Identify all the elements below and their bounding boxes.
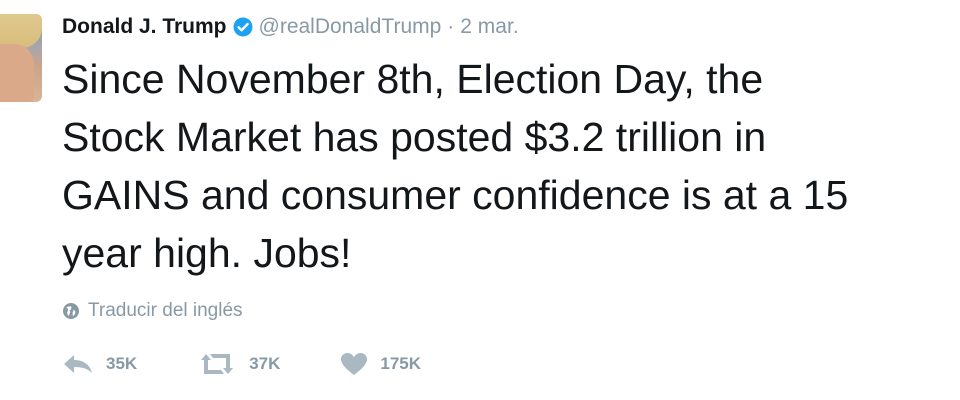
verified-badge-icon <box>233 17 253 37</box>
reply-icon <box>64 355 92 373</box>
tweet: Donald J. Trump @realDonaldTrump · 2 mar… <box>0 0 960 400</box>
globe-icon <box>63 303 79 319</box>
translate-label: Traducir del inglés <box>88 300 243 321</box>
reply-button[interactable]: 35K <box>62 353 137 375</box>
heart-icon <box>341 353 368 375</box>
retweet-count: 37K <box>249 354 281 373</box>
retweet-icon <box>201 354 234 374</box>
tweet-text: Since November 8th, Election Day, the St… <box>62 56 849 276</box>
avatar-face <box>0 44 34 102</box>
translate-link[interactable]: Traducir del inglés <box>62 300 243 322</box>
avatar[interactable] <box>0 14 42 102</box>
like-button[interactable]: 175K <box>340 352 421 376</box>
author-handle[interactable]: @realDonaldTrump <box>259 15 442 39</box>
avatar-hair <box>0 14 42 48</box>
reply-count: 35K <box>106 354 138 373</box>
like-count: 175K <box>380 354 422 373</box>
tweet-actions: 35K 37K 175K <box>62 352 481 376</box>
author-name[interactable]: Donald J. Trump <box>62 15 227 39</box>
retweet-button[interactable]: 37K <box>197 352 280 376</box>
tweet-timestamp[interactable]: 2 mar. <box>460 15 518 39</box>
tweet-header: Donald J. Trump @realDonaldTrump · 2 mar… <box>62 12 519 42</box>
header-separator: · <box>447 15 455 38</box>
